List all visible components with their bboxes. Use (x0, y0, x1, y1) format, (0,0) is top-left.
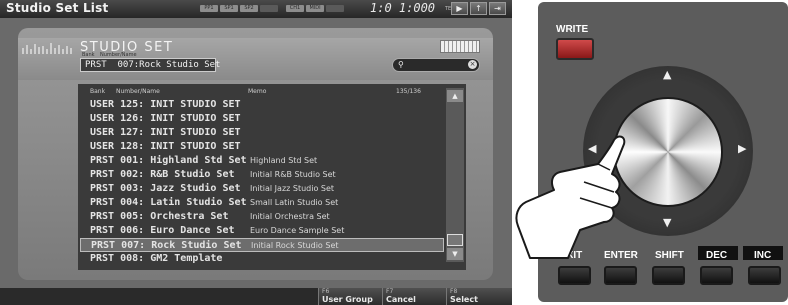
list-row[interactable]: PRST 007: Rock Studio Set Initial Rock St… (80, 238, 444, 252)
list-row[interactable]: PRST 001: Highland Std Set Highland Std S… (80, 154, 444, 168)
scroll-thumb[interactable] (447, 234, 463, 246)
f8-select-button[interactable]: F8 Select (446, 288, 512, 305)
list-row[interactable]: PRST 002: R&B Studio Set Initial R&B Stud… (80, 168, 444, 182)
indicator-midi: MIDI (306, 5, 324, 12)
column-number-name: Number/Name (116, 88, 160, 95)
cursor-right-icon[interactable]: ▶ (738, 142, 746, 155)
list-header: Bank Number/Name Memo 135/136 (78, 86, 438, 96)
row-memo: Initial Jazz Studio Set (250, 184, 335, 193)
enter-button[interactable] (604, 266, 637, 285)
search-input[interactable]: ⚲ × (392, 58, 480, 72)
row-name: PRST 005: Orchestra Set (90, 211, 229, 222)
shift-button[interactable] (652, 266, 685, 285)
search-icon: ⚲ (398, 60, 404, 69)
row-name: PRST 003: Jazz Studio Set (90, 183, 241, 194)
function-key-bar: F6 User Group F7 Cancel F8 Select (0, 288, 512, 305)
row-name: PRST 008: GM2 Template (90, 253, 223, 264)
row-name: PRST 006: Euro Dance Set (90, 225, 235, 236)
indicator-blank (260, 5, 278, 12)
row-memo: Small Latin Studio Set (250, 198, 339, 207)
title-bar: Studio Set List PP1 SP1 SP2 CH1 MIDI 1:0… (0, 0, 512, 18)
cursor-down-icon[interactable]: ▼ (663, 216, 671, 229)
list-row[interactable]: PRST 004: Latin Studio Set Small Latin St… (80, 196, 444, 210)
inc-label: INC (754, 250, 772, 261)
tempo-position: 1:0 1:000 (370, 1, 436, 15)
scroll-down-icon[interactable]: ▼ (447, 248, 463, 260)
window-title: Studio Set List (6, 1, 109, 15)
indicator-sp1: SP1 (220, 5, 238, 12)
list-row[interactable]: USER 125: INIT STUDIO SET (80, 98, 444, 112)
row-name: USER 125: INIT STUDIO SET (90, 99, 241, 110)
up-arrow-icon[interactable]: ↑ (470, 2, 487, 15)
studio-set-list: Bank Number/Name Memo 135/136 USER 125: … (78, 84, 466, 270)
waveform-icon (22, 43, 72, 54)
indicator-pp1: PP1 (200, 5, 218, 12)
list-row[interactable]: PRST 003: Jazz Studio Set Initial Jazz St… (80, 182, 444, 196)
row-name: PRST 007: Rock Studio Set (91, 240, 242, 251)
studio-set-list-screen: Studio Set List PP1 SP1 SP2 CH1 MIDI 1:0… (0, 0, 512, 305)
row-name: USER 128: INIT STUDIO SET (90, 141, 241, 152)
list-row[interactable]: PRST 008: GM2 Template (80, 252, 444, 266)
scroll-up-icon[interactable]: ▲ (447, 90, 463, 102)
row-memo: Euro Dance Sample Set (250, 226, 345, 235)
hand-pointer-icon (515, 135, 626, 259)
row-memo: Highland Std Set (250, 156, 318, 165)
list-scrollbar[interactable]: ▲ ▼ (446, 88, 464, 262)
play-icon[interactable]: ▶ (451, 2, 468, 15)
row-memo: Initial R&B Studio Set (250, 170, 336, 179)
shift-label: SHIFT (655, 250, 684, 261)
list-row[interactable]: PRST 005: Orchestra Set Initial Orchestra… (80, 210, 444, 224)
row-name: PRST 002: R&B Studio Set (90, 169, 235, 180)
row-name: PRST 001: Highland Std Set (90, 155, 247, 166)
list-count: 135/136 (396, 88, 421, 95)
write-button[interactable] (556, 38, 594, 60)
dec-label: DEC (706, 250, 728, 261)
indicator-sp2: SP2 (240, 5, 258, 12)
indicator-blank-2 (326, 5, 344, 12)
row-name: USER 126: INIT STUDIO SET (90, 113, 241, 124)
cursor-up-icon[interactable]: ▲ (663, 68, 671, 81)
write-label: WRITE (556, 24, 589, 35)
row-name: USER 127: INIT STUDIO SET (90, 127, 241, 138)
exit-icon[interactable]: ⇥ (489, 2, 506, 15)
hardware-panel: WRITE ▲ ▼ ◀ ▶ EXIT ENTER SHIFT DEC INC (515, 2, 788, 302)
inc-button[interactable] (748, 266, 781, 285)
current-studio-set[interactable]: PRST 007:Rock Studio Set (80, 58, 220, 72)
row-memo: Initial Orchestra Set (250, 212, 330, 221)
f7-cancel-button[interactable]: F7 Cancel (382, 288, 446, 305)
column-bank: Bank (90, 88, 106, 95)
list-row[interactable]: USER 126: INIT STUDIO SET (80, 112, 444, 126)
list-row[interactable]: PRST 006: Euro Dance Set Euro Dance Sampl… (80, 224, 444, 238)
dec-button[interactable] (700, 266, 733, 285)
keyboard-icon[interactable] (440, 40, 480, 53)
exit-button[interactable] (558, 266, 591, 285)
f6-user-group-button[interactable]: F6 User Group (318, 288, 382, 305)
list-row[interactable]: USER 127: INIT STUDIO SET (80, 126, 444, 140)
column-memo: Memo (248, 88, 267, 95)
indicator-ch1: CH1 (286, 5, 304, 12)
row-memo: Initial Rock Studio Set (251, 241, 339, 250)
clear-icon[interactable]: × (468, 60, 477, 69)
row-name: PRST 004: Latin Studio Set (90, 197, 247, 208)
list-row[interactable]: USER 128: INIT STUDIO SET (80, 140, 444, 154)
